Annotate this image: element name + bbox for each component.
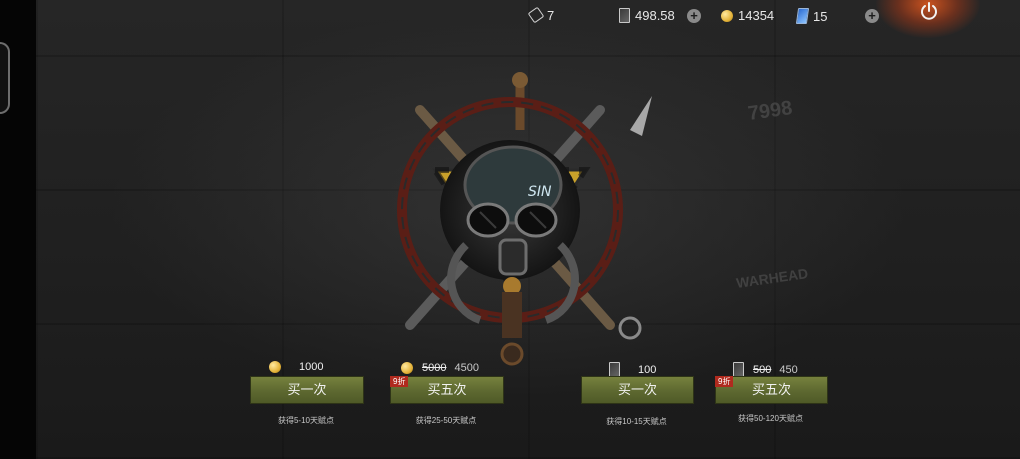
gems-value: 15 (813, 8, 828, 24)
gold-coin-icon (721, 9, 733, 22)
offer-2-original-price: 5000 (422, 362, 447, 374)
card-balance-value: 498.58 (635, 8, 675, 23)
offer-2-price-value: 4500 (454, 362, 479, 374)
gas-mask-emblem: SIN (397, 72, 652, 366)
offer-2-button-label: 买五次 (427, 382, 467, 397)
gold-value: 14354 (738, 8, 775, 23)
gems-counter: 15 (795, 8, 828, 24)
ticket-icon (527, 6, 545, 23)
offer-1-caption: 获得5-10天赋点 (277, 416, 334, 425)
discount-badge: 9折 (715, 376, 734, 387)
card-balance-counter: 498.58 (619, 8, 675, 23)
offer-3-caption: 获得10-15天赋点 (606, 417, 667, 426)
tickets-counter: 7 (527, 6, 555, 23)
offer-4-price-value: 450 (779, 363, 798, 376)
side-drawer-handle[interactable] (0, 42, 10, 114)
tickets-value: 7 (547, 8, 555, 23)
offer-4-button-label: 买五次 (751, 382, 791, 397)
offer-2-price: 5000 4500 (401, 362, 479, 374)
offer-4-price: 500 450 (733, 362, 798, 377)
gold-counter: 14354 (721, 8, 774, 23)
top-resource-bar: 7 498.58 + 14354 15 + (0, 0, 1020, 38)
offer-2-caption: 获得25-50天赋点 (415, 416, 477, 425)
offer-1-price-value: 1000 (299, 361, 324, 373)
discount-badge: 9折 (390, 376, 409, 387)
add-card-balance-button[interactable]: + (687, 9, 701, 23)
offer-1-button-label: 买一次 (287, 382, 327, 397)
offer-4-buy-button[interactable]: 9折 买五次 (715, 376, 828, 404)
gold-coin-icon (269, 361, 281, 373)
offer-3-price-value: 100 (638, 363, 657, 376)
offer-1-price: 1000 (269, 361, 323, 373)
offer-3-buy-button[interactable]: 买一次 (581, 376, 694, 404)
card-icon (609, 362, 620, 377)
svg-text:SIN: SIN (528, 184, 552, 200)
offer-4-original-price: 500 (753, 363, 772, 376)
gem-card-icon (795, 8, 810, 24)
wall-graffiti-2: WARHEAD (735, 265, 810, 291)
card-icon (619, 8, 630, 23)
power-icon[interactable] (918, 0, 940, 22)
offer-1-buy-button[interactable]: 买一次 (250, 376, 364, 404)
offer-3-button-label: 买一次 (617, 382, 657, 397)
offer-3-price: 100 (609, 362, 656, 377)
card-icon (733, 362, 744, 377)
wall-graffiti: 7998 (746, 97, 794, 125)
gold-coin-icon (401, 362, 413, 374)
offer-4-caption: 获得50-120天赋点 (738, 414, 803, 423)
offer-2-buy-button[interactable]: 9折 买五次 (390, 376, 504, 404)
